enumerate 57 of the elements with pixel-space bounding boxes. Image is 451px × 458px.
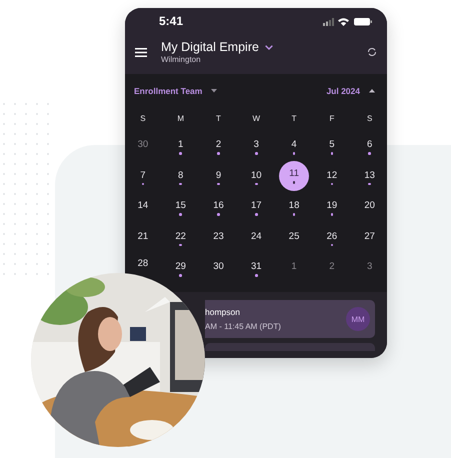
calendar-day[interactable]: 5 — [322, 134, 342, 156]
calendar-day[interactable]: 30 — [208, 256, 228, 278]
calendar-day[interactable]: 10 — [246, 164, 266, 187]
status-icons — [323, 16, 373, 26]
calendar-day[interactable]: 6 — [360, 134, 380, 156]
calendar-day[interactable]: 19 — [322, 195, 342, 218]
calendar-day[interactable]: 13 — [360, 164, 380, 187]
calendar-day[interactable]: 24 — [246, 226, 266, 248]
calendar-day[interactable]: 3 — [246, 134, 266, 156]
calendar-day[interactable]: 17 — [246, 195, 266, 218]
calendar-day[interactable]: 28 — [132, 257, 153, 270]
calendar-day[interactable]: 3 — [360, 256, 380, 278]
avatar: MM — [346, 307, 370, 331]
calendar-day[interactable]: 30 — [132, 134, 153, 156]
calendar-day[interactable]: 23 — [208, 226, 228, 248]
chevron-down-icon[interactable] — [264, 44, 273, 50]
calendar-day[interactable]: 22 — [170, 226, 191, 248]
caret-down-icon[interactable] — [211, 89, 218, 93]
event-time: AM - 11:45 AM (PDT) — [205, 322, 282, 331]
weekday-label: W — [252, 113, 260, 125]
calendar-day[interactable]: 16 — [208, 195, 228, 218]
team-dropdown[interactable]: Enrollment Team — [134, 86, 218, 96]
calendar-day[interactable]: 29 — [170, 256, 191, 278]
month-dropdown[interactable]: Jul 2024 — [326, 86, 375, 96]
weekday-label: S — [367, 113, 372, 125]
calendar-day[interactable]: 11 — [279, 160, 310, 191]
calendar-day[interactable]: 7 — [132, 164, 153, 187]
calendar-day[interactable]: 2 — [322, 256, 342, 278]
calendar-day[interactable]: 14 — [132, 195, 153, 218]
calendar-day[interactable]: 31 — [246, 256, 266, 278]
weekday-label: T — [216, 113, 221, 125]
calendar-day[interactable]: 9 — [208, 164, 228, 187]
caret-up-icon[interactable] — [369, 89, 375, 93]
weekday-label: T — [292, 113, 297, 125]
calendar-day[interactable]: 25 — [284, 226, 304, 248]
location-subtitle: Wilmington — [161, 55, 202, 64]
calendar-day[interactable]: 15 — [170, 195, 191, 218]
calendar-day[interactable]: 1 — [284, 256, 304, 278]
weekday-label: S — [140, 113, 146, 125]
calendar-day[interactable]: 12 — [322, 164, 342, 187]
calendar-day[interactable]: 20 — [360, 195, 380, 218]
workspace-title[interactable]: My Digital Empire — [161, 40, 259, 54]
calendar-day[interactable]: 4 — [284, 134, 304, 156]
calendar-day[interactable]: 2 — [208, 134, 228, 156]
calendar-day[interactable]: 1 — [170, 134, 191, 156]
calendar-day[interactable]: 21 — [132, 226, 153, 248]
weekday-label: M — [177, 113, 184, 125]
weekday-label: F — [329, 113, 334, 125]
calendar-day[interactable]: 27 — [360, 226, 380, 248]
event-title: hompson — [205, 307, 241, 317]
status-time: 5:41 — [159, 14, 184, 28]
refresh-icon[interactable] — [367, 47, 377, 57]
calendar-day[interactable]: 26 — [322, 226, 342, 248]
calendar-day[interactable]: 8 — [170, 164, 191, 187]
event-card[interactable]: hompson AM - 11:45 AM (PDT) MM — [205, 300, 375, 338]
calendar-day[interactable]: 18 — [284, 195, 304, 218]
menu-icon[interactable] — [135, 48, 147, 56]
